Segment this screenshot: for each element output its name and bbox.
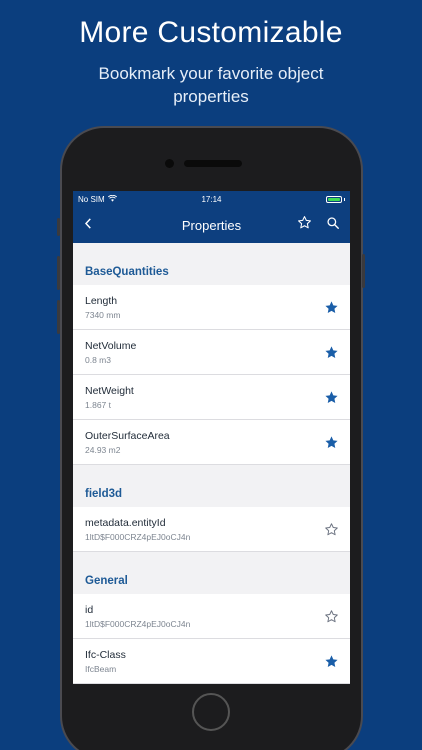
property-name: NetWeight <box>85 384 134 397</box>
property-value: IfcBeam <box>85 663 117 674</box>
section-header: General <box>73 552 350 594</box>
property-value: 1ltD$F000CRZ4pEJ0oCJ4n <box>85 618 191 629</box>
property-row[interactable]: Ifc-Class IfcBeam <box>73 639 350 684</box>
star-outline-icon[interactable] <box>297 215 312 235</box>
star-filled-icon[interactable] <box>322 433 340 451</box>
property-value: 24.93 m2 <box>85 444 121 455</box>
phone-frame: No SIM 17:14 Properties BaseQuantities L… <box>57 126 365 750</box>
property-row[interactable]: Length 7340 mm <box>73 285 350 330</box>
property-value: 7340 mm <box>85 309 121 320</box>
promo-headline: More Customizable <box>79 16 343 49</box>
nav-bar: Properties <box>73 207 350 243</box>
volume-down-button <box>57 300 60 334</box>
property-row[interactable]: OuterSurfaceArea 24.93 m2 <box>73 420 350 465</box>
property-row[interactable]: id 1ltD$F000CRZ4pEJ0oCJ4n <box>73 594 350 639</box>
property-value: 0.8 m3 <box>85 354 111 365</box>
star-outline-icon[interactable] <box>322 520 340 538</box>
app-store-promo: More Customizable Bookmark your favorite… <box>0 0 422 750</box>
status-time: 17:14 <box>201 194 222 204</box>
status-bar: No SIM 17:14 <box>73 191 350 207</box>
front-camera <box>165 159 174 168</box>
property-texts: Length 7340 mm <box>85 295 120 320</box>
search-icon[interactable] <box>326 216 340 235</box>
property-name: id <box>85 603 94 616</box>
star-filled-icon[interactable] <box>322 298 340 316</box>
property-texts: OuterSurfaceArea 24.93 m2 <box>85 430 170 455</box>
property-texts: metadata.entityId 1ltD$F000CRZ4pEJ0oCJ4n <box>85 517 190 542</box>
promo-subline: Bookmark your favorite object properties <box>98 64 324 106</box>
property-name: Ifc-Class <box>85 648 126 661</box>
property-name: Length <box>85 294 118 307</box>
volume-up-button <box>57 256 60 290</box>
property-texts: NetWeight 1.867 t <box>85 385 134 410</box>
star-filled-icon[interactable] <box>322 343 340 361</box>
property-texts: Ifc-Class IfcBeam <box>85 649 126 674</box>
star-outline-icon[interactable] <box>322 607 340 625</box>
property-row[interactable]: NetVolume 0.8 m3 <box>73 330 350 375</box>
section-header: BaseQuantities <box>73 243 350 285</box>
home-button[interactable] <box>192 693 230 731</box>
property-texts: id 1ltD$F000CRZ4pEJ0oCJ4n <box>85 604 190 629</box>
section-header: field3d <box>73 465 350 507</box>
property-name: NetVolume <box>85 339 137 352</box>
star-filled-icon[interactable] <box>322 388 340 406</box>
chevron-left-icon <box>84 216 92 234</box>
property-row[interactable]: metadata.entityId 1ltD$F000CRZ4pEJ0oCJ4n <box>73 507 350 552</box>
mute-switch <box>57 218 60 236</box>
property-row[interactable]: NetWeight 1.867 t <box>73 375 350 420</box>
earpiece-speaker <box>184 160 242 167</box>
back-button[interactable] <box>73 216 103 234</box>
property-name: OuterSurfaceArea <box>85 429 170 442</box>
phone-screen: No SIM 17:14 Properties BaseQuantities L… <box>73 191 350 684</box>
power-button <box>362 254 365 288</box>
property-texts: NetVolume 0.8 m3 <box>85 340 136 365</box>
star-filled-icon[interactable] <box>322 652 340 670</box>
property-value: 1ltD$F000CRZ4pEJ0oCJ4n <box>85 531 191 542</box>
properties-list: BaseQuantities Length 7340 mm NetVolume 0.8 … <box>73 243 350 684</box>
property-value: 1.867 t <box>85 399 111 410</box>
property-name: metadata.entityId <box>85 516 166 529</box>
